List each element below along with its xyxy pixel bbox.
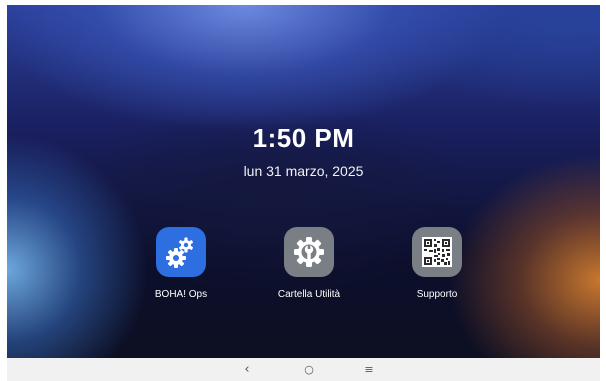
- home-icon[interactable]: ○: [297, 360, 321, 378]
- app-label-supporto: Supporto: [416, 289, 458, 300]
- app-boha-ops[interactable]: BOHA! Ops: [136, 227, 226, 300]
- back-icon[interactable]: ‹: [235, 360, 259, 378]
- settings-wrench-icon[interactable]: [284, 227, 334, 277]
- device-screen: 1:50 PM lun 31 marzo, 2025 BOHA! Ops Car…: [0, 0, 606, 381]
- qr-code-icon[interactable]: [412, 227, 462, 277]
- app-cartella-utilita[interactable]: Cartella Utilità: [264, 227, 354, 300]
- app-label-cartella-utilita: Cartella Utilità: [277, 289, 341, 300]
- app-label-boha-ops: BOHA! Ops: [154, 289, 208, 300]
- clock-time: 1:50 PM: [252, 123, 355, 153]
- recents-icon[interactable]: ≡: [357, 360, 381, 378]
- clock-date: lun 31 marzo, 2025: [243, 163, 364, 179]
- navigation-bar: ‹ ○ ≡: [7, 358, 600, 381]
- home-screen-wallpaper: 1:50 PM lun 31 marzo, 2025 BOHA! Ops Car…: [7, 5, 600, 358]
- gears-icon[interactable]: [156, 227, 206, 277]
- app-supporto[interactable]: Supporto: [392, 227, 482, 300]
